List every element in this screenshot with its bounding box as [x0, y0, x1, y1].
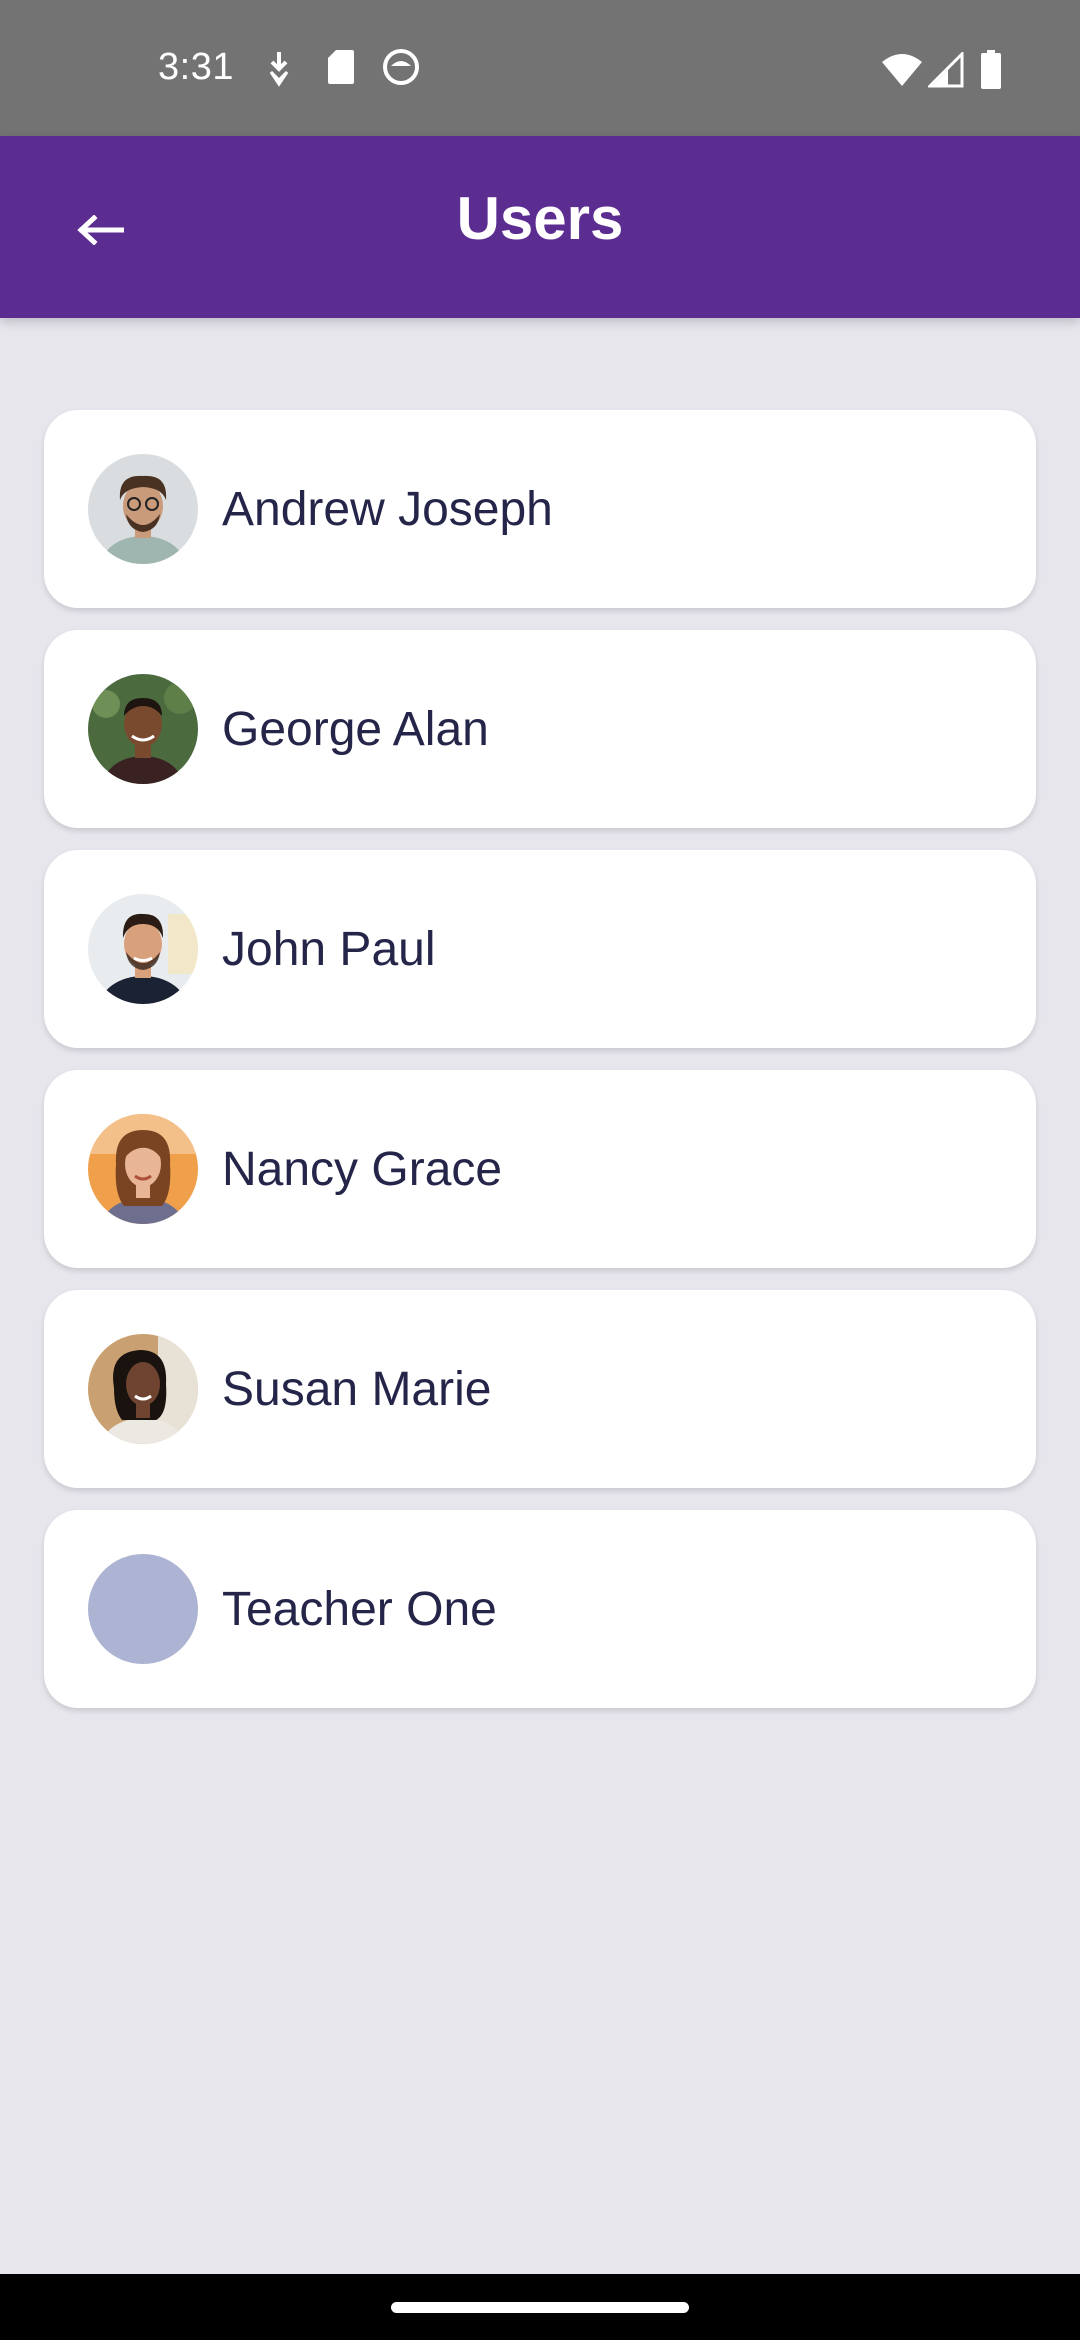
user-card-andrew-joseph[interactable]: Andrew Joseph — [44, 410, 1036, 608]
user-card-susan-marie[interactable]: Susan Marie — [44, 1290, 1036, 1488]
user-name: Andrew Joseph — [222, 482, 553, 536]
avatar — [88, 1334, 198, 1444]
avatar — [88, 1114, 198, 1224]
sd-card-icon — [326, 48, 356, 91]
assistant-icon — [382, 48, 420, 91]
avatar-placeholder — [88, 1554, 198, 1664]
user-name: Susan Marie — [222, 1362, 492, 1416]
wifi-icon — [880, 52, 924, 93]
user-card-teacher-one[interactable]: Teacher One — [44, 1510, 1036, 1708]
battery-icon — [980, 50, 1002, 95]
download-icon — [262, 48, 296, 93]
status-bar: 3:31 — [0, 0, 1080, 136]
user-name: Teacher One — [222, 1582, 497, 1636]
page-title: Users — [456, 185, 624, 252]
navigation-bar — [0, 2274, 1080, 2340]
status-time: 3:31 — [158, 46, 234, 88]
user-card-john-paul[interactable]: John Paul — [44, 850, 1036, 1048]
avatar — [88, 894, 198, 1004]
user-name: John Paul — [222, 922, 436, 976]
user-name: George Alan — [222, 702, 489, 756]
cell-signal-icon — [926, 50, 964, 93]
user-list: Andrew Joseph George Alan John Paul Nanc… — [44, 410, 1036, 1730]
home-indicator[interactable] — [391, 2302, 689, 2313]
app-bar: Users — [0, 136, 1080, 318]
user-card-george-alan[interactable]: George Alan — [44, 630, 1036, 828]
user-name: Nancy Grace — [222, 1142, 503, 1196]
user-card-nancy-grace[interactable]: Nancy Grace — [44, 1070, 1036, 1268]
avatar — [88, 454, 198, 564]
avatar — [88, 674, 198, 784]
